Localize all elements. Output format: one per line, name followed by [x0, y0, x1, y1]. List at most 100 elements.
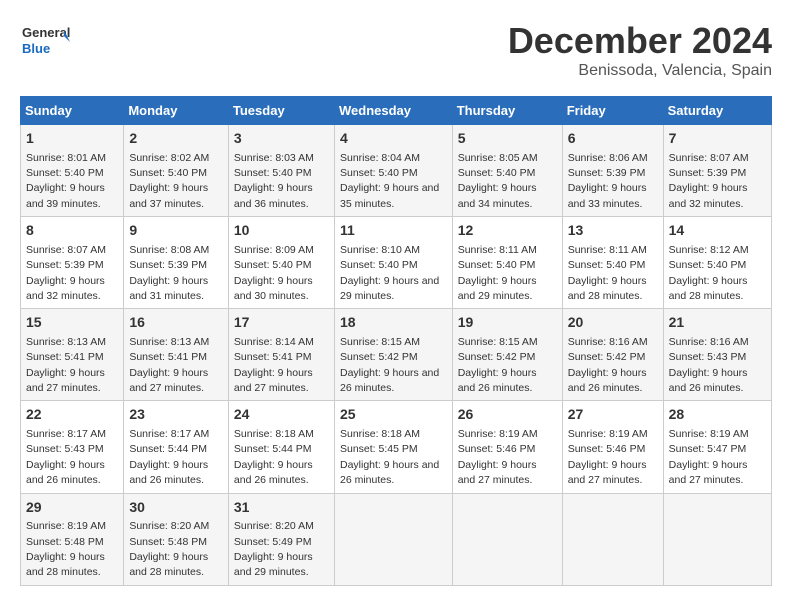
table-cell: 1 Sunrise: 8:01 AMSunset: 5:40 PMDayligh… [21, 125, 124, 217]
day-info: Sunrise: 8:17 AMSunset: 5:43 PMDaylight:… [26, 428, 106, 486]
table-cell: 18 Sunrise: 8:15 AMSunset: 5:42 PMDaylig… [334, 309, 452, 401]
table-cell: 27 Sunrise: 8:19 AMSunset: 5:46 PMDaylig… [562, 401, 663, 493]
day-number: 11 [340, 221, 447, 241]
day-number: 16 [129, 313, 223, 333]
table-cell: 23 Sunrise: 8:17 AMSunset: 5:44 PMDaylig… [124, 401, 229, 493]
day-info: Sunrise: 8:01 AMSunset: 5:40 PMDaylight:… [26, 152, 106, 210]
day-info: Sunrise: 8:15 AMSunset: 5:42 PMDaylight:… [458, 336, 538, 394]
day-info: Sunrise: 8:16 AMSunset: 5:43 PMDaylight:… [669, 336, 749, 394]
day-info: Sunrise: 8:06 AMSunset: 5:39 PMDaylight:… [568, 152, 648, 210]
day-info: Sunrise: 8:07 AMSunset: 5:39 PMDaylight:… [669, 152, 749, 210]
table-cell: 12 Sunrise: 8:11 AMSunset: 5:40 PMDaylig… [452, 217, 562, 309]
day-info: Sunrise: 8:13 AMSunset: 5:41 PMDaylight:… [26, 336, 106, 394]
day-info: Sunrise: 8:11 AMSunset: 5:40 PMDaylight:… [568, 244, 647, 302]
day-info: Sunrise: 8:11 AMSunset: 5:40 PMDaylight:… [458, 244, 537, 302]
day-number: 9 [129, 221, 223, 241]
day-number: 26 [458, 405, 557, 425]
day-info: Sunrise: 8:04 AMSunset: 5:40 PMDaylight:… [340, 152, 439, 210]
calendar-week-3: 15 Sunrise: 8:13 AMSunset: 5:41 PMDaylig… [21, 309, 772, 401]
calendar-week-2: 8 Sunrise: 8:07 AMSunset: 5:39 PMDayligh… [21, 217, 772, 309]
table-cell: 11 Sunrise: 8:10 AMSunset: 5:40 PMDaylig… [334, 217, 452, 309]
table-cell: 21 Sunrise: 8:16 AMSunset: 5:43 PMDaylig… [663, 309, 771, 401]
day-info: Sunrise: 8:09 AMSunset: 5:40 PMDaylight:… [234, 244, 314, 302]
logo-svg: General Blue [20, 20, 70, 65]
table-cell: 5 Sunrise: 8:05 AMSunset: 5:40 PMDayligh… [452, 125, 562, 217]
table-cell [334, 493, 452, 585]
day-number: 28 [669, 405, 766, 425]
table-cell: 10 Sunrise: 8:09 AMSunset: 5:40 PMDaylig… [228, 217, 334, 309]
day-info: Sunrise: 8:20 AMSunset: 5:49 PMDaylight:… [234, 520, 314, 578]
calendar-header-row: Sunday Monday Tuesday Wednesday Thursday… [21, 97, 772, 125]
table-cell: 9 Sunrise: 8:08 AMSunset: 5:39 PMDayligh… [124, 217, 229, 309]
col-monday: Monday [124, 97, 229, 125]
day-info: Sunrise: 8:07 AMSunset: 5:39 PMDaylight:… [26, 244, 106, 302]
table-cell: 20 Sunrise: 8:16 AMSunset: 5:42 PMDaylig… [562, 309, 663, 401]
day-number: 1 [26, 129, 118, 149]
svg-text:Blue: Blue [22, 41, 50, 56]
day-info: Sunrise: 8:19 AMSunset: 5:46 PMDaylight:… [568, 428, 648, 486]
day-info: Sunrise: 8:08 AMSunset: 5:39 PMDaylight:… [129, 244, 209, 302]
table-cell [562, 493, 663, 585]
day-info: Sunrise: 8:10 AMSunset: 5:40 PMDaylight:… [340, 244, 439, 302]
day-number: 17 [234, 313, 329, 333]
table-cell [663, 493, 771, 585]
table-cell: 17 Sunrise: 8:14 AMSunset: 5:41 PMDaylig… [228, 309, 334, 401]
col-thursday: Thursday [452, 97, 562, 125]
day-number: 10 [234, 221, 329, 241]
day-number: 13 [568, 221, 658, 241]
table-cell: 26 Sunrise: 8:19 AMSunset: 5:46 PMDaylig… [452, 401, 562, 493]
day-info: Sunrise: 8:16 AMSunset: 5:42 PMDaylight:… [568, 336, 648, 394]
table-cell: 28 Sunrise: 8:19 AMSunset: 5:47 PMDaylig… [663, 401, 771, 493]
table-cell: 31 Sunrise: 8:20 AMSunset: 5:49 PMDaylig… [228, 493, 334, 585]
calendar-week-1: 1 Sunrise: 8:01 AMSunset: 5:40 PMDayligh… [21, 125, 772, 217]
day-number: 7 [669, 129, 766, 149]
day-number: 29 [26, 498, 118, 518]
table-cell: 8 Sunrise: 8:07 AMSunset: 5:39 PMDayligh… [21, 217, 124, 309]
table-cell: 25 Sunrise: 8:18 AMSunset: 5:45 PMDaylig… [334, 401, 452, 493]
col-friday: Friday [562, 97, 663, 125]
day-info: Sunrise: 8:15 AMSunset: 5:42 PMDaylight:… [340, 336, 439, 394]
day-info: Sunrise: 8:18 AMSunset: 5:45 PMDaylight:… [340, 428, 439, 486]
day-number: 27 [568, 405, 658, 425]
day-number: 14 [669, 221, 766, 241]
day-info: Sunrise: 8:19 AMSunset: 5:46 PMDaylight:… [458, 428, 538, 486]
table-cell: 30 Sunrise: 8:20 AMSunset: 5:48 PMDaylig… [124, 493, 229, 585]
day-info: Sunrise: 8:17 AMSunset: 5:44 PMDaylight:… [129, 428, 209, 486]
table-cell: 7 Sunrise: 8:07 AMSunset: 5:39 PMDayligh… [663, 125, 771, 217]
col-sunday: Sunday [21, 97, 124, 125]
logo: General Blue [20, 20, 70, 65]
day-info: Sunrise: 8:18 AMSunset: 5:44 PMDaylight:… [234, 428, 314, 486]
day-number: 23 [129, 405, 223, 425]
day-info: Sunrise: 8:20 AMSunset: 5:48 PMDaylight:… [129, 520, 209, 578]
calendar-table: Sunday Monday Tuesday Wednesday Thursday… [20, 96, 772, 586]
calendar-week-5: 29 Sunrise: 8:19 AMSunset: 5:48 PMDaylig… [21, 493, 772, 585]
header: General Blue December 2024 Benissoda, Va… [20, 20, 772, 80]
day-info: Sunrise: 8:13 AMSunset: 5:41 PMDaylight:… [129, 336, 209, 394]
page-subtitle: Benissoda, Valencia, Spain [508, 62, 772, 80]
day-number: 24 [234, 405, 329, 425]
day-number: 20 [568, 313, 658, 333]
table-cell: 29 Sunrise: 8:19 AMSunset: 5:48 PMDaylig… [21, 493, 124, 585]
day-info: Sunrise: 8:12 AMSunset: 5:40 PMDaylight:… [669, 244, 749, 302]
col-tuesday: Tuesday [228, 97, 334, 125]
day-info: Sunrise: 8:03 AMSunset: 5:40 PMDaylight:… [234, 152, 314, 210]
title-area: December 2024 Benissoda, Valencia, Spain [508, 20, 772, 80]
day-number: 6 [568, 129, 658, 149]
table-cell [452, 493, 562, 585]
day-info: Sunrise: 8:05 AMSunset: 5:40 PMDaylight:… [458, 152, 538, 210]
table-cell: 3 Sunrise: 8:03 AMSunset: 5:40 PMDayligh… [228, 125, 334, 217]
col-wednesday: Wednesday [334, 97, 452, 125]
table-cell: 2 Sunrise: 8:02 AMSunset: 5:40 PMDayligh… [124, 125, 229, 217]
table-cell: 19 Sunrise: 8:15 AMSunset: 5:42 PMDaylig… [452, 309, 562, 401]
table-cell: 6 Sunrise: 8:06 AMSunset: 5:39 PMDayligh… [562, 125, 663, 217]
day-info: Sunrise: 8:14 AMSunset: 5:41 PMDaylight:… [234, 336, 314, 394]
day-number: 3 [234, 129, 329, 149]
day-number: 19 [458, 313, 557, 333]
day-number: 30 [129, 498, 223, 518]
table-cell: 4 Sunrise: 8:04 AMSunset: 5:40 PMDayligh… [334, 125, 452, 217]
calendar-week-4: 22 Sunrise: 8:17 AMSunset: 5:43 PMDaylig… [21, 401, 772, 493]
day-number: 2 [129, 129, 223, 149]
day-info: Sunrise: 8:19 AMSunset: 5:47 PMDaylight:… [669, 428, 749, 486]
table-cell: 16 Sunrise: 8:13 AMSunset: 5:41 PMDaylig… [124, 309, 229, 401]
table-cell: 13 Sunrise: 8:11 AMSunset: 5:40 PMDaylig… [562, 217, 663, 309]
